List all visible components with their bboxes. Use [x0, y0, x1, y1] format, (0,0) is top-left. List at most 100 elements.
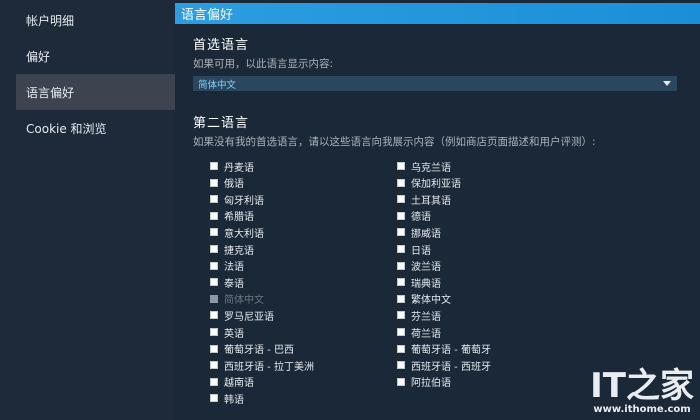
checkbox[interactable]	[210, 377, 218, 386]
language-checkbox-item[interactable]: 葡萄牙语 - 葡萄牙	[397, 342, 491, 356]
language-label: 俄语	[224, 179, 244, 191]
sidebar-item-cookies[interactable]: Cookie 和浏览	[16, 110, 175, 146]
language-label: 繁体中文	[411, 295, 451, 307]
language-label: 挪威语	[411, 228, 441, 240]
watermark-logo: IT之家	[590, 366, 694, 406]
language-label: 越南语	[224, 378, 254, 390]
checkbox[interactable]	[210, 344, 218, 353]
language-label: 法语	[224, 262, 244, 274]
language-label: 简体中文	[224, 295, 264, 307]
checkbox[interactable]	[210, 311, 218, 320]
language-checkbox-item: 简体中文	[210, 292, 264, 306]
language-label: 意大利语	[224, 228, 264, 240]
secondary-language-desc: 如果没有我的首选语言，请以这些语言向我展示内容（例如商店页面描述和用户评测）:	[193, 136, 596, 148]
sidebar-item-label: 帐户明细	[26, 13, 75, 28]
language-checkbox-item[interactable]: 越南语	[210, 375, 254, 389]
main-content: 语言偏好 首选语言 如果可用，以此语言显示内容: 简体中文 第二语言 如果没有我…	[175, 0, 700, 420]
language-label: 西班牙语 - 拉丁美洲	[224, 361, 314, 373]
checkbox[interactable]	[397, 278, 405, 287]
language-checkbox-item[interactable]: 乌克兰语	[397, 159, 451, 174]
sidebar-item-label: Cookie 和浏览	[26, 121, 107, 136]
language-checkbox-item[interactable]: 波兰语	[397, 259, 441, 273]
primary-language-select[interactable]: 简体中文	[193, 76, 677, 91]
language-checkbox-item[interactable]: 瑞典语	[397, 275, 441, 290]
checkbox[interactable]	[210, 361, 218, 370]
language-checkbox-item[interactable]: 芬兰语	[397, 308, 441, 323]
language-checkbox-item[interactable]: 捷克语	[210, 242, 254, 257]
checkbox[interactable]	[397, 361, 405, 370]
language-label: 罗马尼亚语	[224, 311, 274, 323]
checkbox[interactable]	[397, 195, 405, 204]
language-label: 瑞典语	[411, 278, 441, 290]
language-label: 荷兰语	[411, 328, 441, 340]
checkbox[interactable]	[397, 211, 405, 220]
language-checkbox-item[interactable]: 葡萄牙语 - 巴西	[210, 342, 294, 356]
language-checkbox-item[interactable]: 丹麦语	[210, 159, 254, 174]
language-label: 捷克语	[224, 245, 254, 257]
language-label: 波兰语	[411, 262, 441, 274]
language-checkbox-item[interactable]: 挪威语	[397, 225, 441, 240]
checkbox[interactable]	[210, 261, 218, 270]
watermark-url: www.ithome.com	[593, 404, 691, 415]
chevron-down-icon	[663, 81, 671, 86]
checkbox[interactable]	[210, 394, 218, 403]
primary-language-title: 首选语言	[193, 38, 250, 53]
sidebar-item-account-details[interactable]: 帐户明细	[16, 2, 175, 38]
language-label: 葡萄牙语 - 巴西	[224, 345, 294, 357]
language-checkbox-item[interactable]: 土耳其语	[397, 192, 451, 207]
language-label: 西班牙语 - 西班牙	[411, 361, 491, 373]
language-checkbox-item[interactable]: 西班牙语 - 西班牙	[397, 358, 491, 373]
language-checkbox-item[interactable]: 匈牙利语	[210, 192, 264, 207]
language-checkbox-item[interactable]: 保加利亚语	[397, 176, 461, 190]
checkbox[interactable]	[210, 178, 218, 187]
language-checkbox-item[interactable]: 俄语	[210, 176, 244, 190]
language-checkbox-item[interactable]: 西班牙语 - 拉丁美洲	[210, 358, 314, 373]
checkbox[interactable]	[210, 228, 218, 237]
language-checkbox-item[interactable]: 法语	[210, 259, 244, 273]
language-checkbox-item[interactable]: 泰语	[210, 275, 244, 290]
language-checkbox-item[interactable]: 日语	[397, 242, 431, 257]
language-label: 芬兰语	[411, 311, 441, 323]
language-label: 泰语	[224, 278, 244, 290]
checkbox[interactable]	[210, 211, 218, 220]
checkbox[interactable]	[397, 162, 405, 170]
checkbox[interactable]	[397, 261, 405, 270]
checkbox[interactable]	[210, 245, 218, 253]
checkbox[interactable]	[210, 278, 218, 287]
language-checkbox-item[interactable]: 意大利语	[210, 225, 264, 240]
checkbox[interactable]	[397, 228, 405, 237]
sidebar: 帐户明细 偏好 语言偏好 Cookie 和浏览	[0, 0, 175, 420]
language-checkbox-item[interactable]: 阿拉伯语	[397, 375, 451, 389]
language-label: 德语	[411, 212, 431, 224]
language-checkbox-item[interactable]: 希腊语	[210, 209, 254, 223]
language-checkbox-item[interactable]: 荷兰语	[397, 325, 441, 340]
sidebar-item-preferences[interactable]: 偏好	[16, 38, 175, 74]
language-label: 韩语	[224, 394, 244, 406]
checkbox[interactable]	[397, 294, 405, 303]
checkbox[interactable]	[397, 245, 405, 253]
checkbox[interactable]	[397, 328, 405, 336]
language-label: 日语	[411, 245, 431, 257]
language-label: 丹麦语	[224, 162, 254, 174]
page-title: 语言偏好	[175, 3, 700, 24]
checkbox[interactable]	[397, 344, 405, 353]
checkbox[interactable]	[210, 195, 218, 204]
checkbox[interactable]	[397, 311, 405, 320]
checkbox[interactable]	[397, 377, 405, 386]
language-checkbox-item[interactable]: 繁体中文	[397, 292, 451, 306]
watermark: IT之家 www.ithome.com	[590, 368, 694, 415]
checkbox[interactable]	[397, 178, 405, 187]
language-label: 匈牙利语	[224, 195, 264, 207]
language-label: 葡萄牙语 - 葡萄牙	[411, 345, 491, 357]
checkbox[interactable]	[210, 162, 218, 170]
checkbox[interactable]	[210, 328, 218, 336]
language-label: 英语	[224, 328, 244, 340]
language-checkbox-item[interactable]: 德语	[397, 209, 431, 223]
primary-language-desc: 如果可用，以此语言显示内容:	[193, 58, 334, 70]
sidebar-item-label: 语言偏好	[26, 85, 75, 100]
sidebar-item-language-preferences[interactable]: 语言偏好	[16, 74, 175, 110]
language-checkbox-item[interactable]: 英语	[210, 325, 244, 340]
language-checkbox-item[interactable]: 韩语	[210, 391, 244, 406]
language-checkbox-item[interactable]: 罗马尼亚语	[210, 308, 274, 323]
language-label: 保加利亚语	[411, 179, 461, 191]
